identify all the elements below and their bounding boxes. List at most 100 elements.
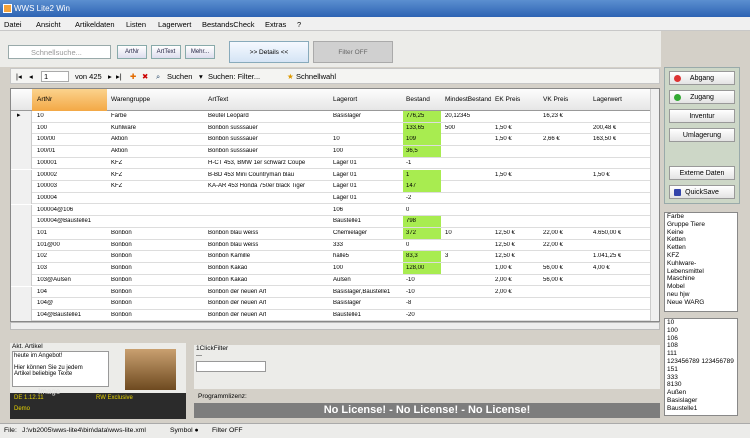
first-record-icon[interactable]: |◂ xyxy=(16,72,22,81)
row-header[interactable] xyxy=(11,263,32,275)
list-item[interactable]: Mobel xyxy=(665,283,737,291)
table-cell[interactable]: Bonbon xyxy=(111,265,132,271)
row-header[interactable] xyxy=(11,228,32,240)
table-cell[interactable]: Bonbon Kakao xyxy=(208,265,247,271)
table-cell[interactable]: Bonbon xyxy=(111,242,132,248)
table-cell[interactable]: 100004@Baustelle1 xyxy=(37,218,91,224)
list-item[interactable]: Farbe xyxy=(665,213,737,221)
search-icon[interactable]: ⌕ xyxy=(156,72,160,82)
abgang-button[interactable]: Abgang xyxy=(669,71,735,85)
table-cell[interactable]: 12,50 € xyxy=(495,253,515,259)
table-cell[interactable]: 101 xyxy=(37,230,47,236)
table-cell[interactable]: 100002 xyxy=(37,172,57,178)
table-cell[interactable]: Basislager xyxy=(333,300,361,306)
add-record-icon[interactable]: ✚ xyxy=(130,72,136,81)
table-cell[interactable]: 0 xyxy=(406,207,409,213)
table-row[interactable]: 100004@106 106 0 xyxy=(11,204,659,217)
row-header[interactable] xyxy=(11,239,32,252)
table-cell[interactable]: 1,50 € xyxy=(495,136,512,142)
table-cell[interactable]: Bonbon Kamille xyxy=(208,253,250,259)
row-header[interactable] xyxy=(11,204,32,217)
table-cell[interactable]: 1,50 € xyxy=(495,125,512,131)
grid-vertical-scrollbar[interactable] xyxy=(650,89,659,321)
menu-bestandscheck[interactable]: BestandsCheck xyxy=(202,20,255,29)
list-item[interactable]: Ketten xyxy=(665,244,737,252)
table-cell[interactable]: Baustelle1 xyxy=(333,312,361,318)
table-cell[interactable]: Chemielager xyxy=(333,230,367,236)
row-header[interactable] xyxy=(11,169,32,182)
table-cell[interactable]: Aktion xyxy=(111,148,128,154)
col-mindestbestand[interactable]: MindestBestand xyxy=(445,96,491,103)
table-cell[interactable]: Lager 01 xyxy=(333,172,357,178)
search-input[interactable]: Schnellsuche... xyxy=(8,45,111,59)
list-item[interactable]: 8130 xyxy=(665,381,737,389)
list-item[interactable]: 100 xyxy=(665,327,737,335)
table-cell[interactable]: 128,00 xyxy=(406,265,424,271)
article-notes-textbox[interactable]: heute im Angebot! Hier können Sie zu jed… xyxy=(12,351,109,387)
table-cell[interactable]: -2 xyxy=(406,195,411,201)
list-item[interactable]: Keine xyxy=(665,229,737,237)
table-cell[interactable]: 133,65 xyxy=(406,125,424,131)
table-cell[interactable]: Bonbon der neuen Art xyxy=(208,300,266,306)
schnellwahl-button[interactable]: Schnellwahl xyxy=(296,72,336,81)
table-cell[interactable]: 101@00 xyxy=(37,242,60,248)
menu-ansicht[interactable]: Ansicht xyxy=(36,20,61,29)
table-cell[interactable]: Bonbon blau weiss xyxy=(208,230,258,236)
table-cell[interactable]: Lager 01 xyxy=(333,183,357,189)
table-row[interactable]: 101@00 Bonbon Bonbon blau weiss 333 0 12,50 €… xyxy=(11,239,659,252)
row-header[interactable] xyxy=(11,146,32,158)
table-row[interactable]: 100002 KFZ B-BD 453 Mini Countryman blau La… xyxy=(11,169,659,182)
menu-help[interactable]: ? xyxy=(297,20,301,29)
table-cell[interactable]: 104@Baustelle1 xyxy=(37,312,81,318)
table-cell[interactable]: Farbe xyxy=(111,113,127,119)
table-cell[interactable]: 10 xyxy=(333,136,340,142)
list-item[interactable]: Maschine xyxy=(665,275,737,283)
details-button[interactable]: >> Details << xyxy=(229,41,309,63)
table-cell[interactable]: 163,50 € xyxy=(593,136,616,142)
list-item[interactable]: 10 xyxy=(665,319,737,327)
table-cell[interactable]: 200,48 € xyxy=(593,125,616,131)
table-cell[interactable]: 100 xyxy=(333,148,343,154)
table-row[interactable]: 102 Bonbon Bonbon Kamille halle5 83,3 3 12,50 … xyxy=(11,251,659,263)
table-cell[interactable]: 4,00 € xyxy=(593,265,610,271)
list-item[interactable]: Neue WARG xyxy=(665,299,737,307)
row-header[interactable] xyxy=(11,309,32,321)
table-cell[interactable]: 1 xyxy=(406,172,409,178)
table-cell[interactable]: Bonbon xyxy=(111,253,132,259)
table-cell[interactable]: Bonbon blau weiss xyxy=(208,242,258,248)
table-cell[interactable]: 103@Außen xyxy=(37,277,71,283)
table-cell[interactable]: Bonbon der neuen Art xyxy=(208,312,266,318)
table-cell[interactable]: 1,00 € xyxy=(495,265,512,271)
table-cell[interactable]: Basislager,Baustelle1 xyxy=(333,289,390,295)
row-header[interactable] xyxy=(11,192,32,205)
table-cell[interactable]: 333 xyxy=(333,242,343,248)
list-item[interactable]: Gruppe Tiere xyxy=(665,221,737,229)
table-cell[interactable]: 36,5 xyxy=(406,148,418,154)
table-cell[interactable]: 109 xyxy=(406,136,416,142)
col-lagerort[interactable]: Lagerort xyxy=(333,96,357,103)
menu-extras[interactable]: Extras xyxy=(265,20,286,29)
record-position-input[interactable]: 1 xyxy=(41,71,69,82)
table-cell[interactable]: 798 xyxy=(406,218,416,224)
table-cell[interactable]: Bonbon susssauer xyxy=(208,148,258,154)
search-arttext-button[interactable]: ArtText xyxy=(151,45,181,59)
menu-artikeldaten[interactable]: Artikeldaten xyxy=(75,20,115,29)
list-item[interactable]: 106 xyxy=(665,335,737,343)
lagerort-list[interactable]: 10 100 106 108 111 123456789 123456789 151 333 8… xyxy=(664,318,738,416)
table-cell[interactable]: 12,50 € xyxy=(495,230,515,236)
table-cell[interactable]: 10 xyxy=(445,230,452,236)
suchen-filter-button[interactable]: Suchen: Filter... xyxy=(208,72,260,81)
menu-lagerwert[interactable]: Lagerwert xyxy=(158,20,191,29)
table-row[interactable]: ▸ 10 Farbe Beutel Leopard Basislager 776,25 20… xyxy=(11,111,659,123)
zugang-button[interactable]: Zugang xyxy=(669,90,735,104)
table-cell[interactable]: Bonbon Kakao xyxy=(208,277,247,283)
col-lagerwert[interactable]: Lagerwert xyxy=(593,96,622,103)
table-row[interactable]: 100 Kuhlware Bonbon susssauer 133,65 500 1,50… xyxy=(11,122,659,135)
table-cell[interactable]: -1 xyxy=(406,160,411,166)
row-header[interactable] xyxy=(11,181,32,193)
list-item[interactable]: 108 xyxy=(665,342,737,350)
table-cell[interactable]: 100 xyxy=(333,265,343,271)
col-arttext[interactable]: ArtText xyxy=(208,96,228,103)
table-cell[interactable]: -20 xyxy=(406,312,415,318)
table-row[interactable]: 101 Bonbon Bonbon blau weiss Chemielager 372… xyxy=(11,228,659,240)
